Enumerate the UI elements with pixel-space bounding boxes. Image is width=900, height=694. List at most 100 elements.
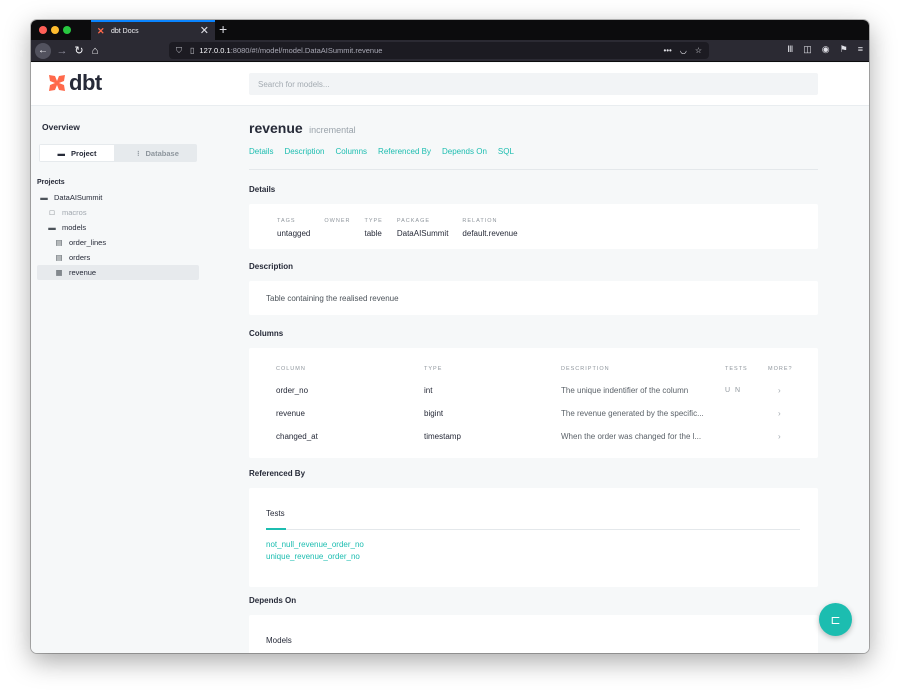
page-title: revenue incremental — [249, 120, 356, 138]
depends-on-card: Models — [249, 615, 818, 653]
tab-referenced-by[interactable]: Referenced By — [378, 147, 431, 156]
column-header-description: DESCRIPTION — [561, 366, 610, 372]
page-header: dbt — [31, 63, 869, 106]
tab-columns[interactable]: Columns — [335, 147, 367, 156]
section-tabs: Details Description Columns Referenced B… — [249, 147, 514, 156]
star-icon[interactable]: ☆ — [695, 46, 702, 55]
database-tab-button[interactable]: ⁝ Database — [121, 145, 195, 161]
url-bar[interactable]: ⛉ ▯ 127.0.0.1 :8080/#!/model/model.DataA… — [169, 42, 709, 59]
menu-icon[interactable]: ≡ — [858, 44, 863, 55]
database-tab-label: Database — [145, 148, 179, 158]
tree-item-label: orders — [69, 253, 91, 262]
file-icon: ▤ — [55, 238, 63, 247]
detail-owner: OWNER — [324, 218, 351, 224]
reload-icon[interactable]: ↻ — [72, 43, 86, 59]
chevron-right-icon[interactable]: › — [778, 432, 781, 441]
search-input[interactable] — [249, 73, 818, 95]
tab-details[interactable]: Details — [249, 147, 273, 156]
folder-open-icon: ▬ — [48, 223, 56, 232]
projects-label: Projects — [37, 179, 65, 186]
dbt-logo[interactable]: dbt — [47, 72, 102, 94]
project-tab-button[interactable]: ▬ Project — [40, 145, 114, 161]
tests-subheading[interactable]: Tests — [266, 509, 285, 518]
navigation-bar: ← → ↻ ⌂ ⛉ ▯ 127.0.0.1 :8080/#!/model/mod… — [31, 40, 869, 62]
tab-depends-on[interactable]: Depends On — [442, 147, 487, 156]
active-tab-indicator — [266, 528, 286, 530]
account-icon[interactable]: ◉ — [822, 44, 830, 55]
project-tab-label: Project — [71, 148, 97, 158]
description-card: Table containing the realised revenue — [249, 281, 818, 315]
sidebar: Overview ▬ Project ⁝ Database Projects ▬… — [31, 107, 211, 653]
page-icon[interactable]: ▯ — [190, 46, 194, 55]
test-badges: U N — [725, 387, 742, 394]
dbt-favicon-icon: ✕ — [97, 25, 105, 36]
lineage-graph-button[interactable]: ⊏ — [819, 603, 852, 636]
model-name: revenue — [249, 120, 303, 136]
new-tab-button[interactable]: + — [219, 21, 227, 37]
tree-item-models[interactable]: ▬ models — [37, 220, 199, 235]
tree-item-label: macros — [62, 208, 87, 217]
logo-text: dbt — [69, 70, 102, 95]
project-database-switch: ▬ Project ⁝ Database — [39, 144, 197, 162]
details-heading: Details — [249, 185, 276, 194]
zoom-window-button[interactable] — [63, 26, 71, 34]
subheading-divider — [266, 529, 800, 530]
browser-tab[interactable]: ✕ dbt Docs ✕ — [91, 20, 215, 40]
project-tree: ▬ DataAISummit □ macros ▬ models ▤ order… — [37, 190, 199, 280]
tree-item-macros[interactable]: □ macros — [37, 205, 199, 220]
lineage-tree-icon: ⊏ — [830, 612, 841, 627]
depends-on-heading: Depends On — [249, 596, 297, 605]
folder-open-icon: ▬ — [57, 148, 66, 158]
overview-link[interactable]: Overview — [42, 122, 80, 132]
tree-item-dataaisummit[interactable]: ▬ DataAISummit — [37, 190, 199, 205]
database-tree-icon: ⁝ — [137, 148, 140, 158]
tree-item-orders[interactable]: ▤ orders — [37, 250, 199, 265]
minimize-window-button[interactable] — [51, 26, 59, 34]
dbt-docs-page: dbt Overview ▬ Project ⁝ Database Projec… — [31, 63, 869, 653]
chevron-right-icon[interactable]: › — [778, 386, 781, 395]
models-subheading[interactable]: Models — [266, 636, 292, 645]
close-window-button[interactable] — [39, 26, 47, 34]
shield-icon[interactable]: ⛉ — [176, 46, 182, 56]
tree-item-label: revenue — [69, 268, 97, 277]
description-heading: Description — [249, 262, 294, 271]
url-host: 127.0.0.1 — [199, 46, 231, 55]
description-text: Table containing the realised revenue — [266, 294, 399, 303]
detail-tags: TAGS untagged — [277, 218, 311, 238]
tab-close-icon[interactable]: ✕ — [200, 26, 209, 37]
detail-relation: RELATION default.revenue — [462, 218, 518, 238]
referenced-by-heading: Referenced By — [249, 469, 306, 478]
tab-sql[interactable]: SQL — [498, 147, 514, 156]
tab-title: dbt Docs — [111, 27, 139, 35]
folder-open-icon: ▬ — [40, 193, 48, 202]
section-divider — [249, 169, 818, 170]
model-materialization: incremental — [309, 125, 356, 135]
details-card: TAGS untagged OWNER TYPE table PACKAGE D… — [249, 204, 818, 249]
column-header-tests: TESTS — [725, 366, 748, 372]
library-icon[interactable]: Ⅲ — [787, 44, 793, 55]
url-path: :8080/#!/model/model.DataAISummit.revenu… — [230, 46, 383, 55]
back-icon[interactable]: ← — [35, 43, 51, 59]
chevron-right-icon[interactable]: › — [778, 409, 781, 418]
file-filled-icon: ▦ — [55, 268, 63, 277]
tree-item-order-lines[interactable]: ▤ order_lines — [37, 235, 199, 250]
columns-heading: Columns — [249, 329, 284, 338]
sidebar-icon[interactable]: ◫ — [803, 44, 812, 55]
home-icon[interactable]: ⌂ — [88, 43, 102, 59]
tree-item-label: DataAISummit — [54, 193, 103, 202]
detail-type: TYPE table — [364, 218, 383, 238]
tree-item-revenue[interactable]: ▦ revenue — [37, 265, 199, 280]
tab-description[interactable]: Description — [284, 147, 324, 156]
tree-item-label: order_lines — [69, 238, 107, 247]
forward-icon[interactable]: → — [55, 43, 69, 59]
tab-bar: ✕ dbt Docs ✕ + — [31, 20, 869, 40]
detail-package: PACKAGE DataAISummit — [396, 218, 449, 238]
page-actions-icon[interactable]: ••• — [663, 46, 671, 55]
test-link[interactable]: not_null_revenue_order_no — [266, 540, 364, 549]
extensions-icon[interactable]: ⚑ — [840, 44, 848, 55]
referenced-by-card: Tests not_null_revenue_order_no unique_r… — [249, 488, 818, 587]
file-icon: ▤ — [55, 253, 63, 262]
test-link[interactable]: unique_revenue_order_no — [266, 552, 360, 561]
column-header-more: MORE? — [768, 366, 793, 372]
pocket-icon[interactable]: ◡ — [680, 46, 687, 55]
